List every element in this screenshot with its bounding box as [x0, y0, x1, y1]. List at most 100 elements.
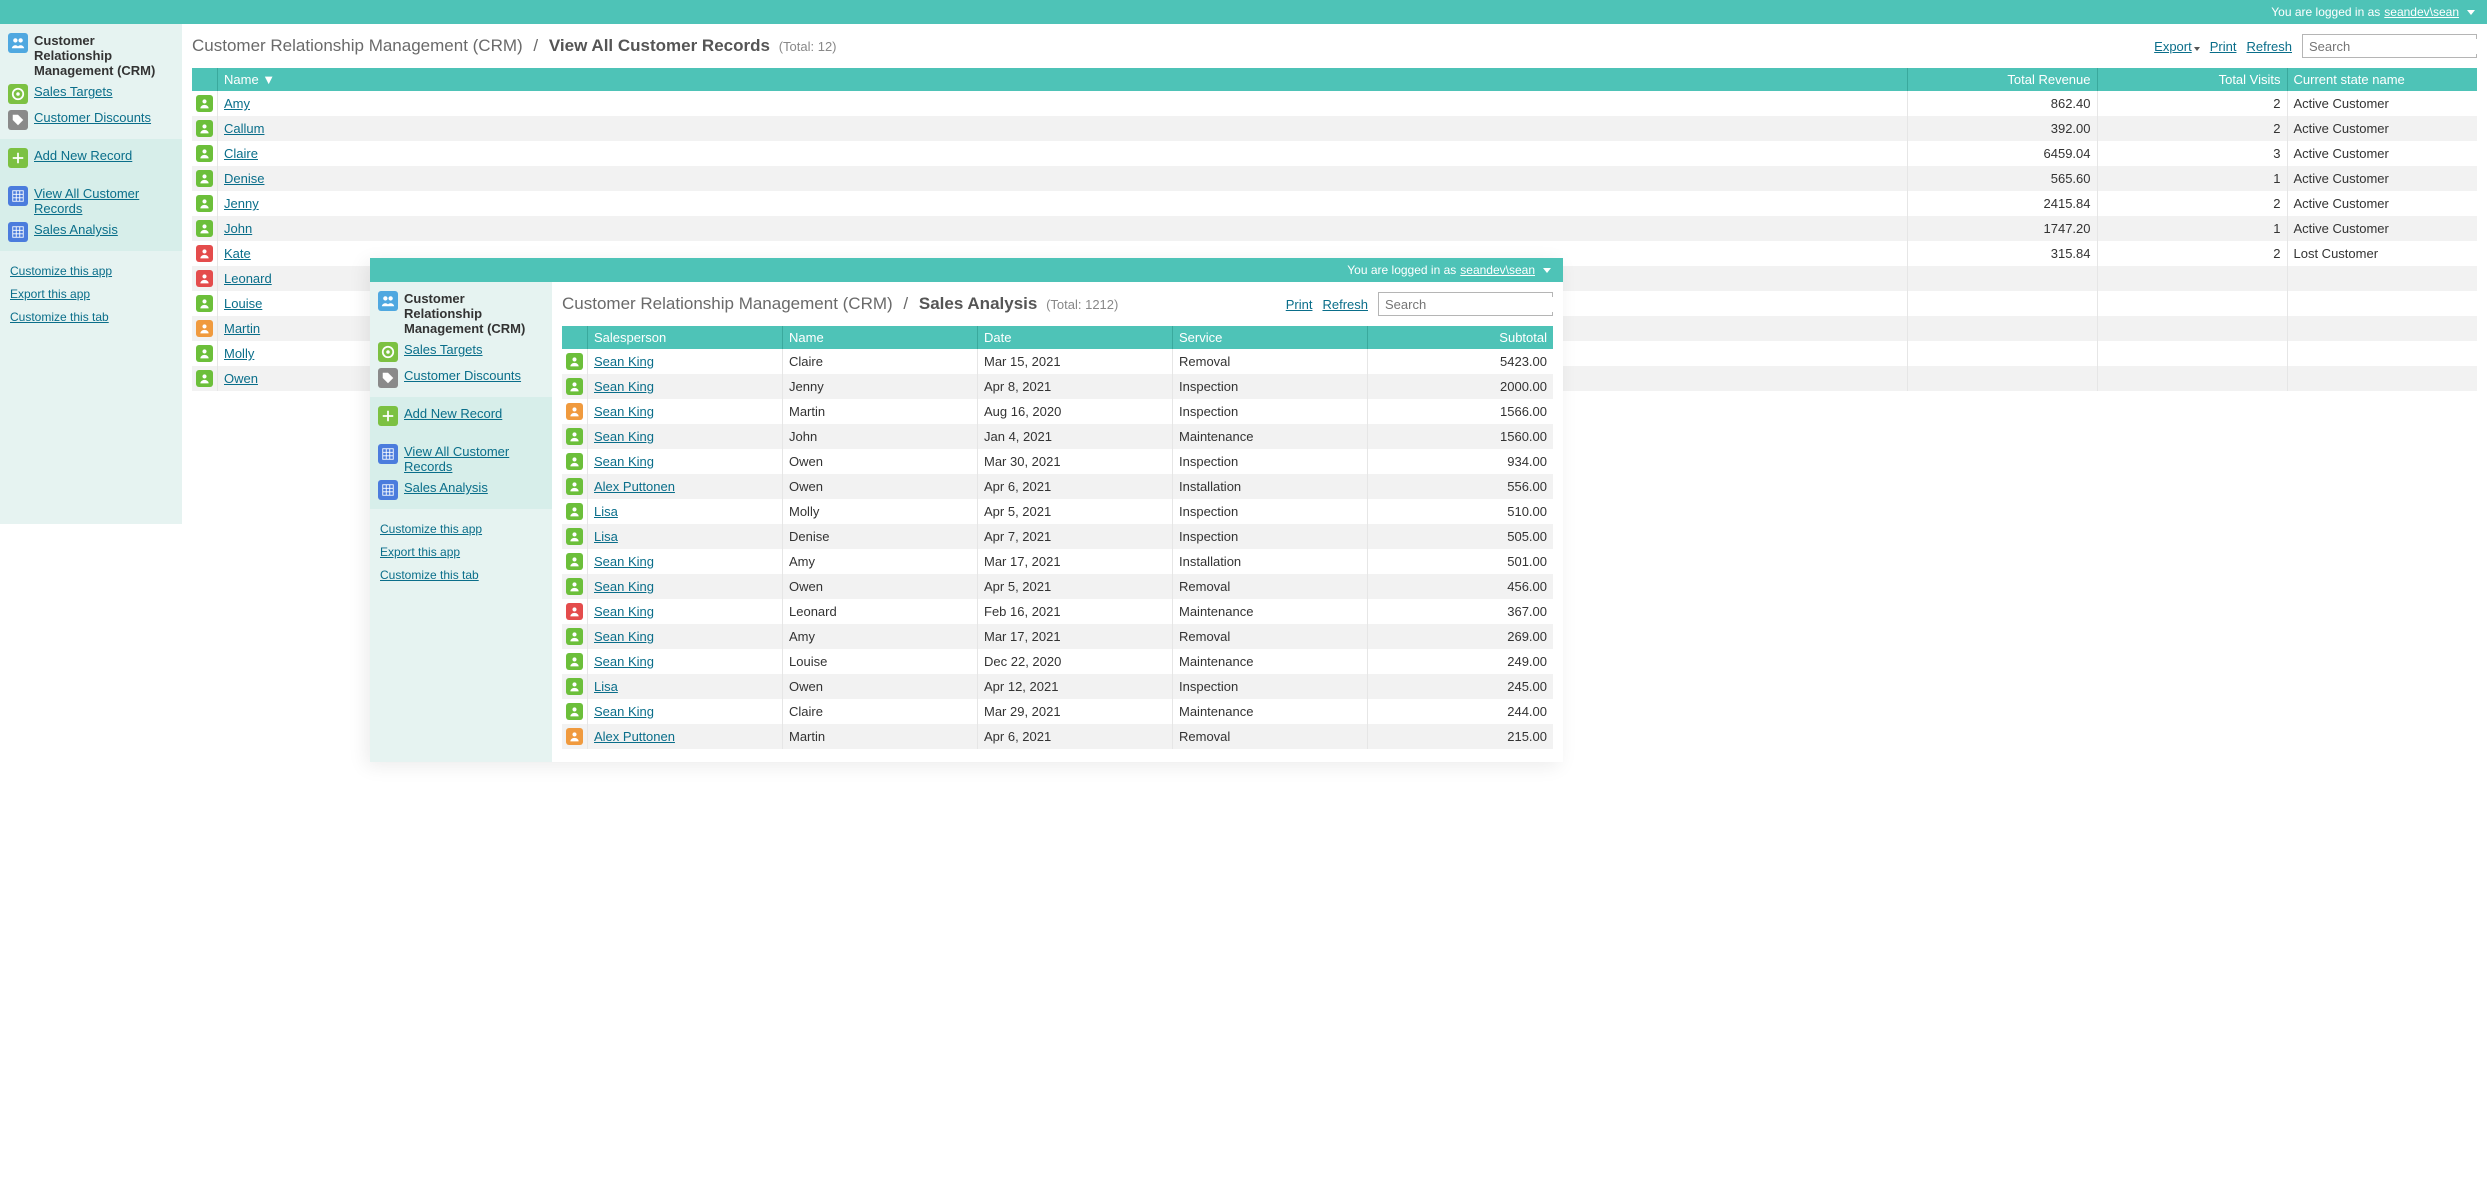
sidebar-sales-targets[interactable]: Sales Targets	[8, 81, 174, 107]
cell-salesperson[interactable]: Sean King	[588, 599, 783, 624]
table-row[interactable]: Sean KingClaireMar 29, 2021Maintenance24…	[562, 699, 1553, 724]
col-salesperson[interactable]: Salesperson	[588, 326, 783, 349]
chevron-down-icon[interactable]	[2467, 10, 2475, 15]
cell-salesperson[interactable]: Lisa	[588, 674, 783, 699]
search-input[interactable]	[1385, 297, 1561, 312]
cell-name[interactable]: Callum	[218, 116, 1908, 141]
table-row[interactable]: Callum392.002Active Customer	[192, 116, 2477, 141]
col-icon[interactable]	[562, 326, 588, 349]
export-app-link[interactable]: Export this app	[10, 287, 90, 301]
col-visits[interactable]: Total Visits	[2097, 68, 2287, 91]
table-row[interactable]: Sean KingClaireMar 15, 2021Removal5423.0…	[562, 349, 1553, 374]
cell-salesperson[interactable]: Lisa	[588, 499, 783, 524]
cell-salesperson[interactable]: Sean King	[588, 574, 783, 599]
sidebar-customer-discounts[interactable]: Customer Discounts	[378, 365, 544, 391]
table-row[interactable]: Sean KingOwenApr 5, 2021Removal456.00	[562, 574, 1553, 599]
table-row[interactable]: Sean KingJohnJan 4, 2021Maintenance1560.…	[562, 424, 1553, 449]
export-link[interactable]: Export	[2154, 39, 2192, 54]
cell-salesperson[interactable]: Lisa	[588, 524, 783, 549]
cell-name[interactable]: John	[218, 216, 1908, 241]
cell-name[interactable]: Jenny	[218, 191, 1908, 216]
print-link[interactable]: Print	[2210, 39, 2237, 54]
table-row[interactable]: Sean KingLeonardFeb 16, 2021Maintenance3…	[562, 599, 1553, 624]
cell-salesperson[interactable]: Sean King	[588, 649, 783, 674]
cell-salesperson[interactable]: Sean King	[588, 549, 783, 574]
chevron-down-icon[interactable]	[1543, 268, 1551, 273]
sidebar-add-new-record[interactable]: Add New Record	[8, 145, 174, 171]
table-row[interactable]: Jenny2415.842Active Customer	[192, 191, 2477, 216]
cell-name[interactable]: Amy	[218, 91, 1908, 116]
sidebar-sales-analysis[interactable]: Sales Analysis	[378, 477, 544, 503]
table-row[interactable]: Sean KingAmyMar 17, 2021Removal269.00	[562, 624, 1553, 649]
cell-salesperson[interactable]: Alex Puttonen	[588, 724, 783, 749]
breadcrumb-root[interactable]: Customer Relationship Management (CRM)	[562, 294, 893, 313]
sidebar-customer-discounts[interactable]: Customer Discounts	[8, 107, 174, 133]
print-link[interactable]: Print	[1286, 297, 1313, 312]
table-row[interactable]: Sean KingLouiseDec 22, 2020Maintenance24…	[562, 649, 1553, 674]
cell-state	[2287, 341, 2477, 366]
sidebar-title[interactable]: Customer Relationship Management (CRM)	[8, 30, 174, 81]
col-revenue[interactable]: Total Revenue	[1907, 68, 2097, 91]
breadcrumb-root[interactable]: Customer Relationship Management (CRM)	[192, 36, 523, 55]
person-icon	[196, 220, 213, 237]
sidebar-view-all-customers[interactable]: View All Customer Records	[378, 441, 544, 477]
table-row[interactable]: Amy862.402Active Customer	[192, 91, 2477, 116]
table-row[interactable]: LisaOwenApr 12, 2021Inspection245.00	[562, 674, 1553, 699]
chevron-down-icon[interactable]	[2194, 47, 2200, 51]
tag-icon	[8, 110, 28, 130]
cell-service: Inspection	[1173, 374, 1368, 399]
sidebar-sales-analysis[interactable]: Sales Analysis	[8, 219, 174, 245]
cell-subtotal: 501.00	[1368, 549, 1554, 574]
table-row[interactable]: Alex PuttonenMartinApr 6, 2021Removal215…	[562, 724, 1553, 749]
col-date[interactable]: Date	[978, 326, 1173, 349]
user-link[interactable]: seandev\sean	[2384, 5, 2459, 19]
cell-salesperson[interactable]: Sean King	[588, 624, 783, 649]
search-box[interactable]	[1378, 292, 1553, 316]
table-row[interactable]: Alex PuttonenOwenApr 6, 2021Installation…	[562, 474, 1553, 499]
customize-app-link[interactable]: Customize this app	[380, 522, 482, 536]
table-row[interactable]: LisaMollyApr 5, 2021Inspection510.00	[562, 499, 1553, 524]
cell-salesperson[interactable]: Sean King	[588, 399, 783, 424]
cell-date: Mar 17, 2021	[978, 549, 1173, 574]
col-name[interactable]: Name ▼	[218, 68, 1908, 91]
table-row[interactable]: LisaDeniseApr 7, 2021Inspection505.00	[562, 524, 1553, 549]
cell-name[interactable]: Denise	[218, 166, 1908, 191]
table-row[interactable]: Claire6459.043Active Customer	[192, 141, 2477, 166]
sidebar-title[interactable]: Customer Relationship Management (CRM)	[378, 288, 544, 339]
table-row[interactable]: Sean KingOwenMar 30, 2021Inspection934.0…	[562, 449, 1553, 474]
customize-tab-link[interactable]: Customize this tab	[380, 568, 479, 582]
user-link[interactable]: seandev\sean	[1460, 263, 1535, 277]
col-state[interactable]: Current state name	[2287, 68, 2477, 91]
refresh-link[interactable]: Refresh	[1322, 297, 1368, 312]
cell-salesperson[interactable]: Sean King	[588, 349, 783, 374]
cell-salesperson[interactable]: Sean King	[588, 424, 783, 449]
sidebar-sales-targets[interactable]: Sales Targets	[378, 339, 544, 365]
cell-name: Claire	[783, 699, 978, 724]
person-icon	[196, 95, 213, 112]
cell-salesperson[interactable]: Alex Puttonen	[588, 474, 783, 499]
export-app-link[interactable]: Export this app	[380, 545, 460, 559]
cell-name: Owen	[783, 449, 978, 474]
cell-name[interactable]: Claire	[218, 141, 1908, 166]
sidebar-view-all-customers[interactable]: View All Customer Records	[8, 183, 174, 219]
customize-tab-link[interactable]: Customize this tab	[10, 310, 109, 324]
search-box[interactable]	[2302, 34, 2477, 58]
col-name[interactable]: Name	[783, 326, 978, 349]
cell-salesperson[interactable]: Sean King	[588, 374, 783, 399]
col-icon[interactable]	[192, 68, 218, 91]
search-input[interactable]	[2309, 39, 2485, 54]
col-service[interactable]: Service	[1173, 326, 1368, 349]
customize-app-link[interactable]: Customize this app	[10, 264, 112, 278]
table-row[interactable]: Sean KingMartinAug 16, 2020Inspection156…	[562, 399, 1553, 424]
table-row[interactable]: Denise565.601Active Customer	[192, 166, 2477, 191]
cell-state: Active Customer	[2287, 116, 2477, 141]
table-row[interactable]: Sean KingAmyMar 17, 2021Installation501.…	[562, 549, 1553, 574]
table-row[interactable]: Sean KingJennyApr 8, 2021Inspection2000.…	[562, 374, 1553, 399]
col-subtotal[interactable]: Subtotal	[1368, 326, 1554, 349]
table-row[interactable]: John1747.201Active Customer	[192, 216, 2477, 241]
cell-salesperson[interactable]: Sean King	[588, 699, 783, 724]
person-icon	[566, 528, 583, 545]
cell-salesperson[interactable]: Sean King	[588, 449, 783, 474]
refresh-link[interactable]: Refresh	[2246, 39, 2292, 54]
sidebar-add-new-record[interactable]: Add New Record	[378, 403, 544, 429]
